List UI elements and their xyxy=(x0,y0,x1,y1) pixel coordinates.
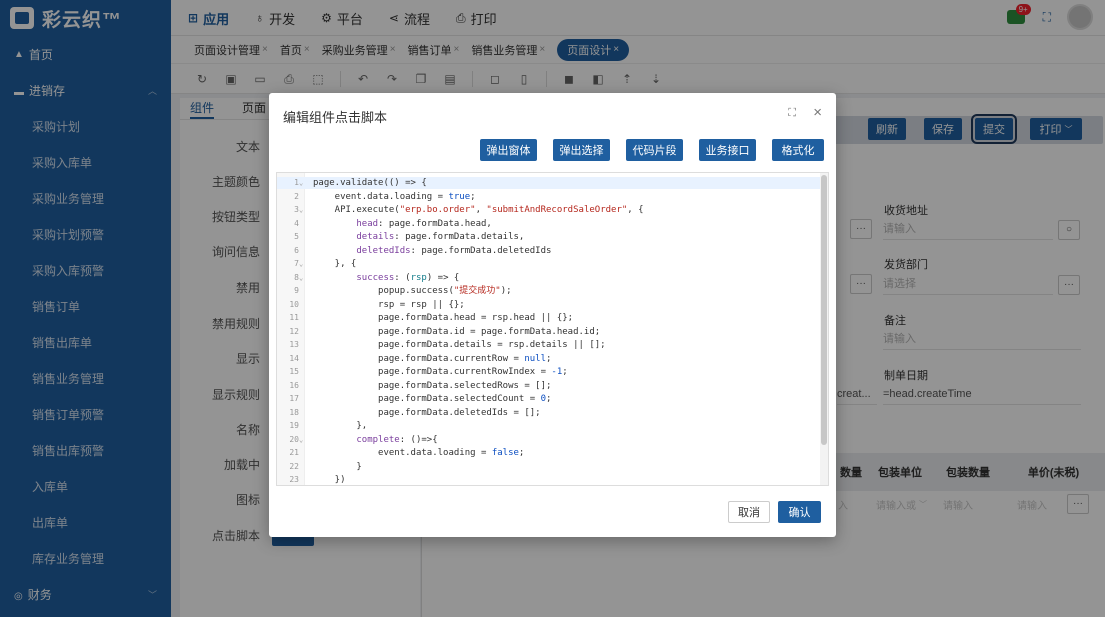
code-text: page.formData.selectedRows = []; xyxy=(313,380,552,391)
code-line[interactable]: 23 }) xyxy=(277,474,822,485)
popup-window-button[interactable]: 弹出窗体 xyxy=(480,139,537,161)
code-line[interactable]: 11 page.formData.head = rsp.head || {}; xyxy=(277,312,822,324)
line-number: 17 xyxy=(289,394,299,403)
fold-toggle-icon[interactable]: ⌄ xyxy=(299,177,303,189)
code-line[interactable]: 1 ⌄ page.validate(() => { xyxy=(277,177,822,189)
fold-toggle-icon[interactable]: ⌄ xyxy=(299,434,303,446)
line-number: 10 xyxy=(289,299,299,309)
line-number: 6 xyxy=(294,245,299,255)
line-number: 8 xyxy=(294,272,299,282)
code-line[interactable]: 7 ⌄ }, { xyxy=(277,258,822,270)
code-text: details: page.formData.details, xyxy=(356,232,525,242)
code-text: page.formData.selectedCount = 0; xyxy=(313,394,552,404)
code-line[interactable]: 2 event.data.loading = true; xyxy=(277,191,822,203)
scrollbar[interactable] xyxy=(820,173,828,485)
line-number: 14 xyxy=(289,353,299,363)
code-line[interactable]: 8 ⌄ success: (rsp) => { xyxy=(277,272,822,284)
line-number: 9 xyxy=(294,286,299,295)
code-line[interactable]: 6 deletedIds: page.formData.deletedIds xyxy=(277,245,822,257)
code-text: page.validate(() => { xyxy=(313,178,427,188)
code-text: page.formData.head = rsp.head || {}; xyxy=(313,313,574,323)
cancel-button[interactable]: 取消 xyxy=(728,501,770,523)
fold-toggle-icon[interactable]: ⌄ xyxy=(299,272,303,284)
line-number: 20 xyxy=(289,434,299,444)
confirm-button[interactable]: 确认 xyxy=(778,501,821,523)
line-number: 13 xyxy=(289,340,299,349)
code-line[interactable]: 22 } xyxy=(277,461,822,473)
line-number: 4 xyxy=(294,218,299,228)
code-text: page.formData.details = rsp.details || [… xyxy=(313,340,606,350)
code-text: }, { xyxy=(313,259,357,269)
close-icon[interactable]: × xyxy=(813,104,822,121)
code-text: deletedIds: page.formData.deletedIds xyxy=(356,245,552,256)
line-number: 7 xyxy=(294,259,299,268)
code-snippet-button[interactable]: 代码片段 xyxy=(626,139,683,161)
code-text: event.data.loading = true; xyxy=(313,191,476,202)
code-text: event.data.loading = false; xyxy=(313,448,525,458)
code-line[interactable]: 12 page.formData.id = page.formData.head… xyxy=(277,326,822,338)
line-number: 3 xyxy=(294,205,299,214)
code-text: page.formData.currentRow = null; xyxy=(313,353,552,364)
line-number: 12 xyxy=(289,326,299,336)
code-line[interactable]: 14 page.formData.currentRow = null; xyxy=(277,353,822,365)
code-line[interactable]: 17 page.formData.selectedCount = 0; xyxy=(277,393,822,405)
code-text: page.formData.currentRowIndex = -1; xyxy=(313,367,568,377)
code-text: } xyxy=(313,461,362,472)
code-line[interactable]: 19 }, xyxy=(277,420,822,432)
code-line[interactable]: 21 event.data.loading = false; xyxy=(277,447,822,459)
business-api-button[interactable]: 业务接口 xyxy=(699,139,756,161)
fold-toggle-icon[interactable]: ⌄ xyxy=(299,258,303,270)
popup-select-button[interactable]: 弹出选择 xyxy=(553,139,610,161)
line-number: 15 xyxy=(289,367,299,376)
code-text: head: page.formData.head, xyxy=(356,218,492,229)
code-line[interactable]: 13 page.formData.details = rsp.details |… xyxy=(277,339,822,351)
code-line[interactable]: 20 ⌄ complete: ()=>{ xyxy=(277,434,822,446)
line-number: 11 xyxy=(289,313,299,322)
code-text: }, xyxy=(313,421,368,431)
code-line[interactable]: 9 popup.success("提交成功"); xyxy=(277,285,822,297)
code-text: page.formData.id = page.formData.head.id… xyxy=(313,326,601,337)
line-number: 16 xyxy=(289,380,299,390)
code-text: API.execute("erp.bo.order", "submitAndRe… xyxy=(313,205,644,215)
line-number: 1 xyxy=(294,178,299,187)
line-number: 2 xyxy=(294,191,299,201)
code-text: rsp = rsp || {}; xyxy=(313,299,465,310)
code-line[interactable]: 15 page.formData.currentRowIndex = -1; xyxy=(277,366,822,378)
line-number: 23 xyxy=(289,475,299,484)
line-number: 5 xyxy=(294,232,299,241)
code-editor[interactable]: 1 ⌄ page.validate(() => {2 event.data.load… xyxy=(276,172,829,486)
line-number: 19 xyxy=(289,421,299,430)
scrollbar-thumb[interactable] xyxy=(821,175,827,445)
code-text: success: (rsp) => { xyxy=(356,272,460,283)
code-line[interactable]: 10 rsp = rsp || {}; xyxy=(277,299,822,311)
line-number: 22 xyxy=(289,461,299,471)
format-button[interactable]: 格式化 xyxy=(772,139,824,161)
code-text: page.formData.deletedIds = []; xyxy=(313,407,541,418)
script-editor-dialog: 编辑组件点击脚本 ⛶ × 弹出窗体 弹出选择 代码片段 业务接口 格式化 1 ⌄ p… xyxy=(269,93,836,537)
code-line[interactable]: 3 ⌄ API.execute("erp.bo.order", "submitAn… xyxy=(277,204,822,216)
maximize-icon[interactable]: ⛶ xyxy=(788,107,796,120)
fold-toggle-icon[interactable]: ⌄ xyxy=(299,204,303,216)
dialog-title: 编辑组件点击脚本 xyxy=(283,110,388,125)
code-line[interactable]: 18 page.formData.deletedIds = []; xyxy=(277,407,822,419)
code-text: popup.success("提交成功"); xyxy=(313,286,512,296)
line-number: 18 xyxy=(289,407,299,417)
code-line[interactable]: 5 details: page.formData.details, xyxy=(277,231,822,243)
code-text: complete: ()=>{ xyxy=(356,434,438,445)
code-line[interactable]: 16 page.formData.selectedRows = []; xyxy=(277,380,822,392)
code-line[interactable]: 4 head: page.formData.head, xyxy=(277,218,822,230)
line-number: 21 xyxy=(289,448,299,457)
code-text: }) xyxy=(313,475,346,485)
